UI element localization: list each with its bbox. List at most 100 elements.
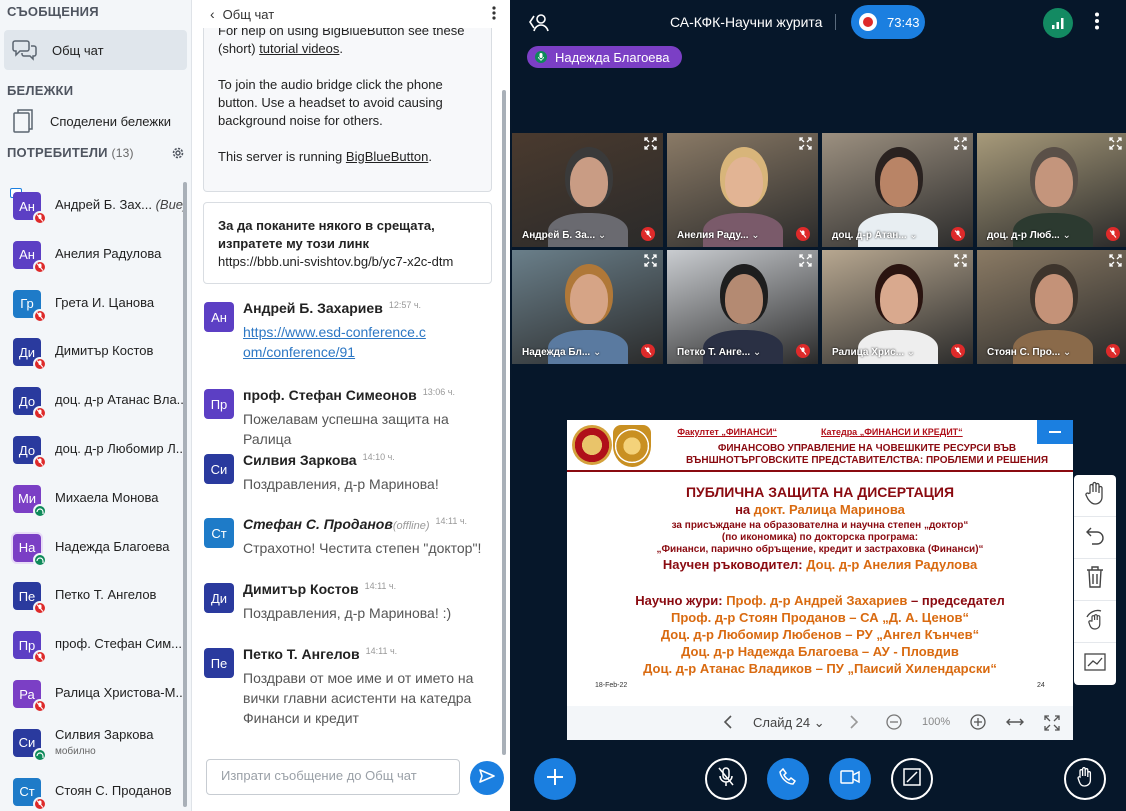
expand-icon[interactable] bbox=[644, 137, 657, 155]
video-user-name[interactable]: Анелия Раду... bbox=[677, 230, 760, 241]
muted-mic-icon bbox=[33, 259, 47, 274]
public-chat-entry[interactable]: Общ чат bbox=[4, 30, 187, 70]
connection-status-icon[interactable] bbox=[1043, 8, 1073, 38]
avatar-initials: Ди bbox=[210, 590, 228, 606]
video-user-name[interactable]: Ралица Хрис... bbox=[832, 347, 915, 358]
user-list-item[interactable]: Ра Ралица Христова-М... bbox=[0, 670, 185, 719]
gear-icon[interactable] bbox=[171, 146, 185, 160]
multi-user-tool[interactable] bbox=[1074, 601, 1116, 643]
invite-title: За да поканите някого в срещата, изпрате… bbox=[218, 218, 435, 251]
zoom-out-icon[interactable] bbox=[886, 714, 902, 733]
next-slide-icon[interactable] bbox=[849, 714, 859, 733]
video-tile[interactable]: Анелия Раду... bbox=[667, 133, 818, 247]
send-icon bbox=[479, 768, 495, 788]
fit-width-icon[interactable] bbox=[1006, 715, 1024, 732]
tutorial-videos-link[interactable]: tutorial videos bbox=[259, 41, 339, 56]
expand-icon[interactable] bbox=[644, 254, 657, 272]
users-scrollbar[interactable] bbox=[183, 182, 187, 807]
send-button[interactable] bbox=[470, 761, 504, 795]
slide-faculty-dept: Факултет „ФИНАНСИ“ Катедра „ФИНАНСИ И КРЕ… bbox=[567, 427, 1073, 437]
video-tile[interactable]: Надежда Бл... bbox=[512, 250, 663, 364]
expand-icon[interactable] bbox=[1109, 137, 1122, 155]
user-list-item[interactable]: На Надежда Благоева bbox=[0, 524, 185, 573]
video-tile[interactable]: доц. д-р Атан... bbox=[822, 133, 973, 247]
talking-indicator[interactable]: Надежда Благоева bbox=[527, 46, 682, 68]
leave-audio-button[interactable] bbox=[767, 758, 809, 800]
shared-notes-entry[interactable]: Споделени бележки bbox=[4, 102, 187, 140]
video-tile[interactable]: Стоян С. Про... bbox=[977, 250, 1126, 364]
slide-selector[interactable]: Слайд 24 ⌄ bbox=[753, 715, 825, 731]
video-user-name[interactable]: доц. д-р Люб... bbox=[987, 230, 1071, 241]
user-list-item[interactable]: Пе Петко Т. Ангелов bbox=[0, 572, 185, 621]
sender-name: проф. Стефан Симеонов bbox=[243, 387, 417, 403]
video-user-name[interactable]: Стоян С. Про... bbox=[987, 347, 1071, 358]
expand-icon[interactable] bbox=[954, 137, 967, 155]
user-name-text: доц. д-р Любомир Л... bbox=[55, 441, 183, 456]
chat-header[interactable]: ‹ Общ чат bbox=[192, 0, 510, 28]
fullscreen-icon[interactable] bbox=[1044, 715, 1060, 734]
raise-hand-button[interactable] bbox=[1064, 758, 1106, 800]
slide-jury-4: Доц. д-р Надежда Благоева – АУ - Пловдив bbox=[681, 644, 959, 659]
user-list-item[interactable]: Ди Димитър Костов bbox=[0, 328, 185, 377]
avatar: Ди bbox=[204, 583, 234, 613]
muted-mic-icon bbox=[1106, 227, 1120, 241]
video-tile[interactable]: Ралица Хрис... bbox=[822, 250, 973, 364]
user-list-item[interactable]: Си Силвия Заркова мобилно bbox=[0, 719, 185, 768]
user-list-item[interactable]: Гр Грета И. Цанова bbox=[0, 280, 185, 329]
offline-label: (offline) bbox=[392, 520, 430, 532]
share-screen-button[interactable] bbox=[891, 758, 933, 800]
message-sender: Стефан С. Проданов(offline) 14:11 ч. bbox=[243, 516, 467, 532]
video-tile[interactable]: Петко Т. Анге... bbox=[667, 250, 818, 364]
undo-tool[interactable] bbox=[1074, 517, 1116, 559]
options-menu-icon[interactable] bbox=[1095, 12, 1099, 35]
presentation-area: Факултет „ФИНАНСИ“ Катедра „ФИНАНСИ И КРЕ… bbox=[567, 420, 1073, 740]
muted-mic-icon bbox=[641, 344, 655, 358]
minimize-presentation-button[interactable] bbox=[1037, 420, 1073, 444]
slide-jury-line: Научно жури: Проф. д-р Андрей Захариев –… bbox=[567, 594, 1073, 608]
avatar-initials: Пр bbox=[18, 637, 36, 653]
chart-tool[interactable] bbox=[1074, 643, 1116, 685]
user-name: Надежда Благоева bbox=[55, 539, 183, 554]
chat-scrollbar[interactable] bbox=[502, 90, 506, 755]
user-list-item[interactable]: Ст Стоян С. Проданов bbox=[0, 768, 185, 811]
chat-message-input[interactable]: Изпрати съобщение до Общ чат bbox=[206, 759, 460, 795]
expand-icon[interactable] bbox=[799, 137, 812, 155]
user-list-item[interactable]: Ан Анелия Радулова bbox=[0, 231, 185, 280]
expand-icon[interactable] bbox=[1109, 254, 1122, 272]
user-name-text: проф. Стефан Сим... bbox=[55, 636, 182, 652]
video-tile[interactable]: доц. д-р Люб... bbox=[977, 133, 1126, 247]
unmute-button[interactable] bbox=[705, 758, 747, 800]
chevron-left-icon[interactable]: ‹ bbox=[210, 6, 215, 22]
user-list-item[interactable]: Ми Михаела Монова bbox=[0, 475, 185, 524]
video-user-name[interactable]: Надежда Бл... bbox=[522, 347, 601, 358]
user-list-item[interactable]: Ан Андрей Б. Зах... (Вие) bbox=[0, 182, 185, 231]
toggle-userlist-icon[interactable] bbox=[528, 12, 550, 37]
actions-plus-button[interactable] bbox=[534, 758, 576, 800]
chat-options-icon[interactable] bbox=[492, 6, 496, 23]
video-user-name[interactable]: Андрей Б. За... bbox=[522, 230, 606, 241]
pan-tool[interactable] bbox=[1074, 475, 1116, 517]
video-tile[interactable]: Андрей Б. За... bbox=[512, 133, 663, 247]
expand-icon[interactable] bbox=[799, 254, 812, 272]
slide-on: на bbox=[735, 502, 751, 517]
slide-rule bbox=[567, 470, 1073, 472]
user-list-item[interactable]: До доц. д-р Любомир Л... bbox=[0, 426, 185, 475]
phone-icon bbox=[779, 767, 797, 791]
user-name-text: Грета И. Цанова bbox=[55, 294, 155, 310]
recording-indicator[interactable]: 73:43 bbox=[851, 5, 925, 39]
expand-icon[interactable] bbox=[954, 254, 967, 272]
avatar-initials: До bbox=[18, 393, 36, 409]
message-link[interactable]: https://www.esd-conference.com/conferenc… bbox=[243, 322, 428, 362]
video-user-name[interactable]: Петко Т. Анге... bbox=[677, 347, 761, 358]
bigbluebutton-link[interactable]: BigBlueButton bbox=[346, 149, 428, 164]
previous-slide-icon[interactable] bbox=[723, 714, 733, 733]
share-camera-button[interactable] bbox=[829, 758, 871, 800]
person-face bbox=[880, 157, 918, 207]
users-count: (13) bbox=[111, 146, 134, 160]
user-list-item[interactable]: До доц. д-р Атанас Вла... bbox=[0, 377, 185, 426]
zoom-in-icon[interactable] bbox=[970, 714, 986, 733]
video-user-name[interactable]: доц. д-р Атан... bbox=[832, 230, 918, 241]
user-list-item[interactable]: Пр проф. Стефан Сим... bbox=[0, 621, 185, 670]
clear-tool[interactable] bbox=[1074, 559, 1116, 601]
invite-link[interactable]: https://bbb.uni-svishtov.bg/b/yc7-x2c-dt… bbox=[218, 253, 477, 271]
